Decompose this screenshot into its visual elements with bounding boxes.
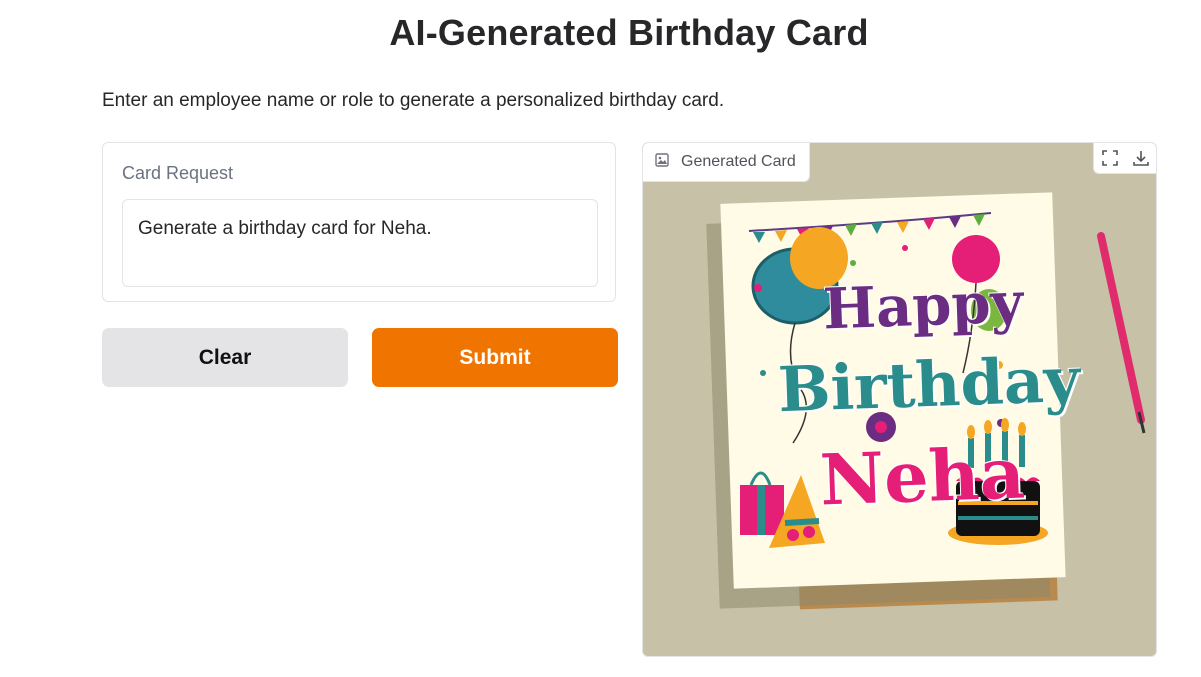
generated-card-label: Generated Card: [681, 153, 796, 170]
page-description: Enter an employee name or role to genera…: [102, 90, 725, 111]
fullscreen-icon[interactable]: [1094, 143, 1125, 173]
page-title: AI-Generated Birthday Card: [389, 12, 869, 53]
card-text-birthday: Birthday: [776, 342, 1082, 427]
submit-button[interactable]: Submit: [372, 328, 618, 387]
card-request-panel: Card Request Generate a birthday card fo…: [102, 142, 616, 302]
card-text-happy: Happy: [821, 269, 1025, 343]
generated-card-label-container: Generated Card: [643, 143, 810, 182]
card-request-input[interactable]: Generate a birthday card for Neha.: [122, 199, 598, 287]
card-text-name: Neha: [818, 431, 1027, 522]
download-icon[interactable]: [1125, 143, 1156, 173]
generated-card-panel: Generated Card Happy Birthday Neha: [642, 142, 1157, 657]
image-toolbar: [1093, 143, 1156, 174]
clear-button[interactable]: Clear: [102, 328, 348, 387]
image-icon: [655, 152, 669, 172]
card-request-label: Card Request: [122, 163, 234, 183]
